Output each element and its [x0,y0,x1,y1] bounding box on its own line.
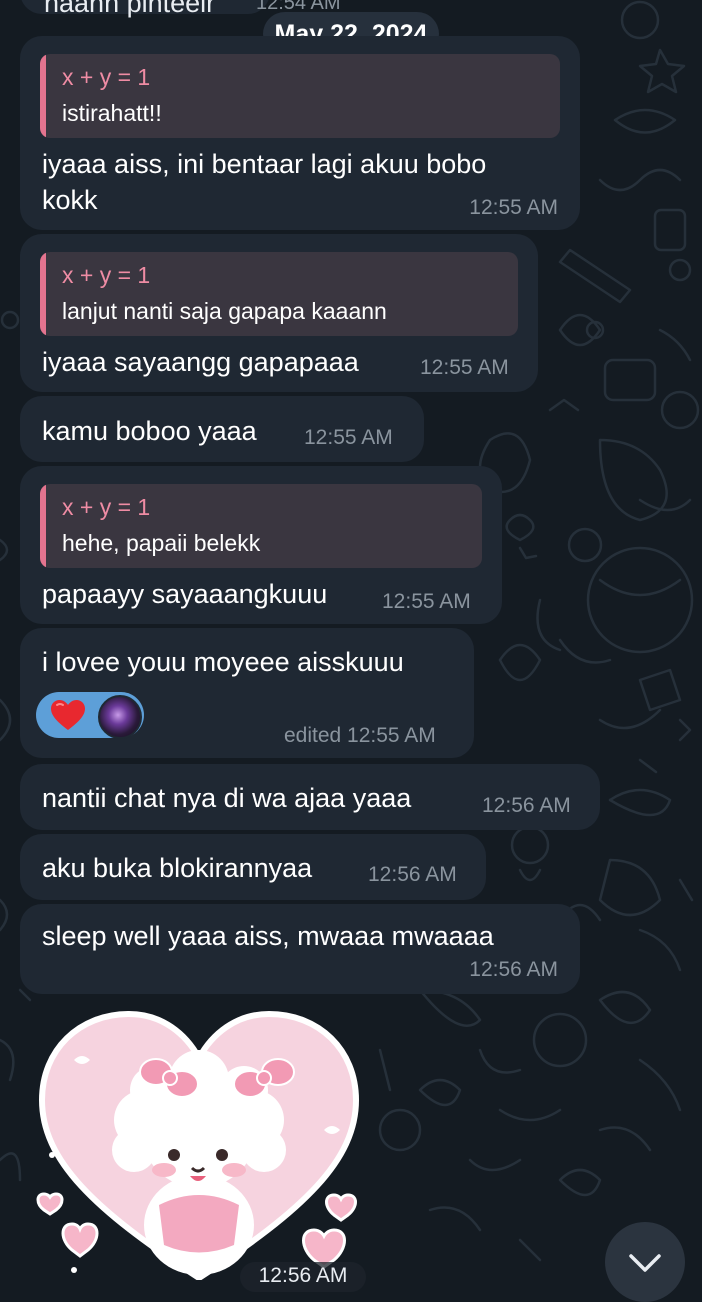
message-text: i lovee youu moyeee aisskuuu [42,647,404,677]
message-bubble-8[interactable]: sleep well yaaa aiss, mwaaa mwaaaa 12:56… [20,904,580,994]
message-text: papaayy sayaaangkuuu [42,579,328,609]
red-heart-icon [51,700,85,730]
sticker-time: 12:56 AM [240,1262,366,1292]
message-text: kamu boboo yaaa [42,416,257,446]
message-text: aku buka blokirannyaa [42,853,313,883]
heart-puppy-sticker[interactable] [34,1010,364,1280]
message-bubble-5[interactable]: i lovee youu moyeee aisskuuu edited 12:5… [20,628,474,758]
message-time: 12:55 AM [469,196,558,219]
message-time: 12:56 AM [368,863,457,886]
message-bubble-6[interactable]: nantii chat nya di wa ajaa yaaa 12:56 AM [20,764,600,830]
message-time: 12:56 AM [469,958,558,981]
reply-text: istirahatt!! [62,100,162,126]
message-time: 12:55 AM [420,356,509,379]
reply-text: hehe, papaii belekk [62,530,261,556]
message-time: 12:55 AM [382,590,471,613]
reply-quote[interactable]: x + y = 1 istirahatt!! [40,54,560,138]
message-text: naann pinteeir [44,0,216,18]
reply-text: lanjut nanti saja gapapa kaaann [62,298,387,324]
reply-author: x + y = 1 [62,494,151,520]
scroll-to-bottom-button[interactable] [605,1222,685,1302]
message-text-line1: iyaaa aiss, ini bentaar lagi akuu bobo [42,149,487,179]
reply-quote[interactable]: x + y = 1 lanjut nanti saja gapapa kaaan… [40,252,518,336]
message-time: 12:55 AM [304,426,393,449]
message-text: nantii chat nya di wa ajaa yaaa [42,783,412,813]
message-text-line2: kokk [42,185,98,215]
message-bubble-2[interactable]: x + y = 1 lanjut nanti saja gapapa kaaan… [20,234,538,392]
chevron-down-icon [629,1254,661,1272]
reaction-chip[interactable] [36,692,144,739]
message-bubble-7[interactable]: aku buka blokirannyaa 12:56 AM [20,834,486,900]
message-bubble-1[interactable]: x + y = 1 istirahatt!! iyaaa aiss, ini b… [20,36,580,230]
message-text: iyaaa sayaangg gapapaaa [42,347,359,377]
reply-quote[interactable]: x + y = 1 hehe, papaii belekk [40,484,482,568]
message-text: sleep well yaaa aiss, mwaaa mwaaaa [42,921,494,951]
reply-author: x + y = 1 [62,262,151,288]
message-time: 12:56 AM [482,794,571,817]
message-bubble-3[interactable]: kamu boboo yaaa 12:55 AM [20,396,424,462]
message-time: edited 12:55 AM [284,724,436,747]
previous-message-bubble[interactable]: naann pinteeir 12:54 AM [20,0,341,18]
reactor-avatar [98,695,142,739]
message-bubble-4[interactable]: x + y = 1 hehe, papaii belekk papaayy sa… [20,466,502,624]
reply-author: x + y = 1 [62,64,151,90]
